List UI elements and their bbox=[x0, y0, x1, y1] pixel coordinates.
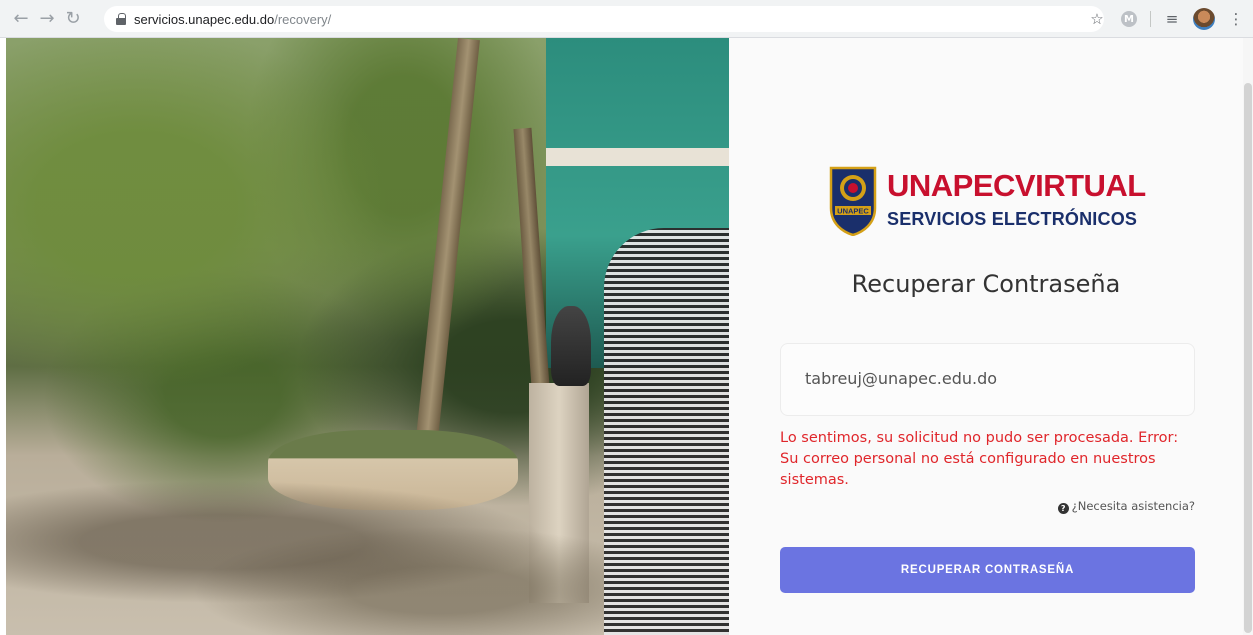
error-message: Lo sentimos, su solicitud no pudo ser pr… bbox=[780, 430, 1179, 488]
help-link-label: ¿Necesita asistencia? bbox=[1071, 499, 1195, 513]
url-host: servicios.unapec.edu.do bbox=[134, 11, 275, 27]
photo-bust bbox=[551, 306, 591, 386]
scrollbar-thumb[interactable] bbox=[1244, 83, 1252, 633]
reload-icon[interactable]: ↻ bbox=[60, 6, 86, 32]
scrollbar[interactable] bbox=[1243, 38, 1253, 635]
toolbar-divider bbox=[1150, 11, 1151, 27]
url-path: /recovery/ bbox=[274, 11, 332, 27]
page-title: Recuperar Contraseña bbox=[851, 270, 1121, 298]
question-icon: ? bbox=[1057, 503, 1069, 514]
menu-icon[interactable]: ⋮ bbox=[1225, 8, 1247, 30]
email-field[interactable]: tabreuj@unapec.edu.do bbox=[780, 343, 1195, 416]
photo-tree-trunk bbox=[414, 38, 480, 458]
help-link[interactable]: ? ¿Necesita asistencia? bbox=[1029, 499, 1195, 514]
brand-name: UNAPECVIRTUAL bbox=[887, 168, 1146, 203]
address-bar[interactable]: servicios.unapec.edu.do/recovery/ bbox=[104, 6, 1104, 32]
email-value: tabreuj@unapec.edu.do bbox=[805, 369, 998, 388]
star-icon[interactable]: ☆ bbox=[1086, 8, 1108, 30]
photo-building-stripe bbox=[546, 148, 729, 166]
browser-toolbar: ← → ↻ servicios.unapec.edu.do/recovery/ … bbox=[0, 0, 1253, 38]
photo-person bbox=[604, 228, 729, 635]
back-icon[interactable]: ← bbox=[8, 6, 34, 32]
brand-subtitle: SERVICIOS ELECTRÓNICOS bbox=[887, 209, 1138, 229]
recovery-panel: UNAPEC UNAPECVIRTUAL SERVICIOS ELECTRÓNI… bbox=[729, 38, 1253, 635]
shield-text: UNAPEC bbox=[837, 207, 869, 216]
shield-icon: UNAPEC bbox=[829, 166, 877, 236]
profile-avatar[interactable] bbox=[1193, 8, 1215, 30]
lock-icon bbox=[116, 13, 126, 25]
reading-list-icon[interactable]: ≡ bbox=[1161, 8, 1183, 30]
unapec-logo: UNAPEC UNAPECVIRTUAL SERVICIOS ELECTRÓNI… bbox=[829, 166, 1146, 238]
recover-password-button[interactable]: RECUPERAR CONTRASEÑA bbox=[780, 547, 1195, 593]
campus-photo bbox=[6, 38, 729, 635]
forward-icon[interactable]: → bbox=[34, 6, 60, 32]
extension-icon[interactable]: M bbox=[1118, 8, 1140, 30]
